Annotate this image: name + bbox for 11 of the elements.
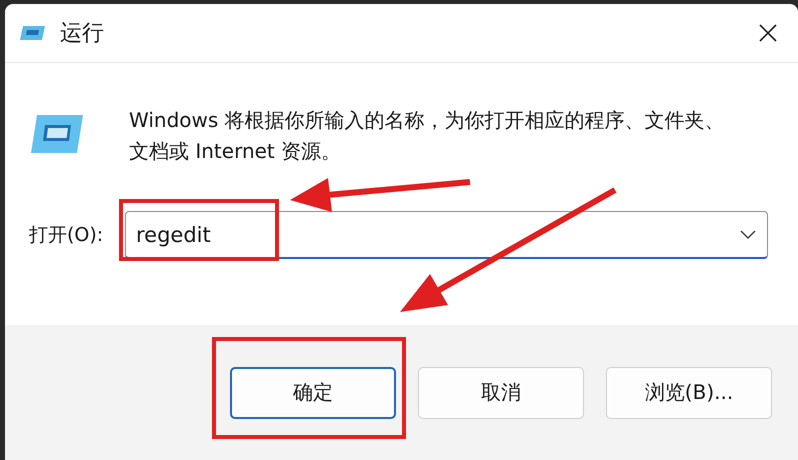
- close-icon[interactable]: [758, 23, 778, 43]
- window-title: 运行: [60, 20, 105, 48]
- description-text: Windows 将根据你所输入的名称，为你打开相应的程序、文件夹、文档或 Internet 资源。: [129, 107, 726, 165]
- run-icon: [29, 113, 85, 155]
- dialog-button[interactable]: 取消: [418, 366, 584, 418]
- open-label: 打开(O):: [29, 223, 104, 248]
- chevron-down-icon[interactable]: [740, 230, 756, 240]
- command-field[interactable]: regedit: [125, 211, 768, 259]
- run-icon: [20, 25, 46, 41]
- dialog-button[interactable]: 浏览(B)...: [606, 366, 772, 418]
- dialog-button[interactable]: 确定: [230, 366, 396, 418]
